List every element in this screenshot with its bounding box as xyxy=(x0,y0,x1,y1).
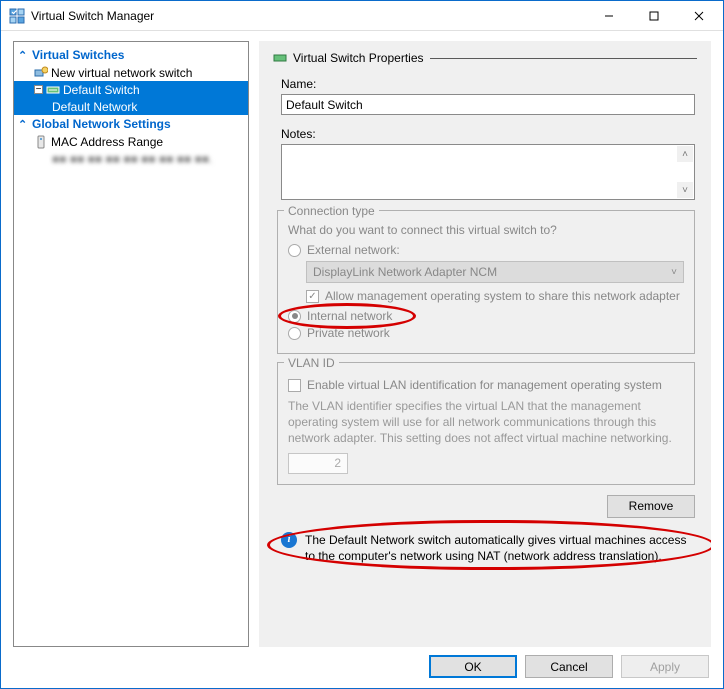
tree-pane: ⌃ Virtual Switches New virtual network s… xyxy=(13,41,249,647)
tree-item-mac-value: ■■ ■■ ■■ ■■ ■■ ■■ ■■ ■■ ■■. xyxy=(14,150,248,167)
scroll-up-icon[interactable]: ˄ xyxy=(677,146,693,162)
radio-external-label: External network: xyxy=(307,243,400,257)
properties-pane: Virtual Switch Properties Name: Notes: ˄… xyxy=(259,41,711,647)
checkbox-vlan-enable xyxy=(288,379,301,392)
switch-icon xyxy=(273,51,287,65)
remove-button[interactable]: Remove xyxy=(607,495,695,518)
radio-private-label: Private network xyxy=(307,326,390,340)
connection-prompt: What do you want to connect this virtual… xyxy=(288,223,684,237)
tree-item-mac-range[interactable]: MAC Address Range xyxy=(14,133,248,150)
cancel-button[interactable]: Cancel xyxy=(525,655,613,678)
new-switch-icon xyxy=(34,66,48,80)
dialog-footer: OK Cancel Apply xyxy=(13,655,711,678)
maximize-button[interactable] xyxy=(631,2,676,30)
vlan-legend: VLAN ID xyxy=(284,356,339,370)
window-frame: Virtual Switch Manager ⌃ Virtual Switche… xyxy=(0,0,724,689)
vlan-id-input: 2 xyxy=(288,453,348,474)
minimize-button[interactable] xyxy=(586,2,631,30)
radio-external xyxy=(288,244,301,257)
collapse-icon: ⌃ xyxy=(18,49,28,62)
radio-private xyxy=(288,327,301,340)
vlan-group: VLAN ID Enable virtual LAN identificatio… xyxy=(277,362,695,485)
titlebar: Virtual Switch Manager xyxy=(1,1,723,31)
connection-type-group: Connection type What do you want to conn… xyxy=(277,210,695,354)
checkbox-vlan-label: Enable virtual LAN identification for ma… xyxy=(307,378,662,392)
ok-button[interactable]: OK xyxy=(429,655,517,678)
name-label: Name: xyxy=(281,77,697,91)
tree-item-default-network[interactable]: Default Network xyxy=(14,98,248,115)
section-virtual-switches[interactable]: ⌃ Virtual Switches xyxy=(14,46,248,64)
notes-label: Notes: xyxy=(281,127,697,141)
radio-internal xyxy=(288,310,301,323)
adapter-name: DisplayLink Network Adapter NCM xyxy=(313,265,497,279)
panel-header: Virtual Switch Properties xyxy=(293,51,424,65)
radio-internal-label: Internal network xyxy=(307,309,392,323)
switch-icon xyxy=(46,83,60,97)
info-message: i The Default Network switch automatical… xyxy=(277,528,695,568)
checkbox-allow-mgmt-label: Allow management operating system to sha… xyxy=(325,289,680,303)
divider xyxy=(430,58,698,59)
connection-legend: Connection type xyxy=(284,204,379,218)
mac-icon xyxy=(34,135,48,149)
tree-item-new-switch[interactable]: New virtual network switch xyxy=(14,64,248,81)
vlan-description: The VLAN identifier specifies the virtua… xyxy=(288,398,684,447)
name-input[interactable] xyxy=(281,94,695,115)
tree-item-default-switch[interactable]: − Default Switch xyxy=(14,81,248,98)
window-title: Virtual Switch Manager xyxy=(31,9,586,23)
info-icon: i xyxy=(281,532,297,548)
expander-minus-icon[interactable]: − xyxy=(34,85,43,94)
external-adapter-combo: DisplayLink Network Adapter NCM ˅ xyxy=(306,261,684,283)
collapse-icon: ⌃ xyxy=(18,118,28,131)
notes-textarea[interactable]: ˄ ˅ xyxy=(281,144,695,200)
checkbox-allow-mgmt: ✓ xyxy=(306,290,319,303)
apply-button[interactable]: Apply xyxy=(621,655,709,678)
scroll-down-icon[interactable]: ˅ xyxy=(677,182,693,198)
info-text: The Default Network switch automatically… xyxy=(305,532,691,564)
close-button[interactable] xyxy=(676,2,721,30)
section-global-settings[interactable]: ⌃ Global Network Settings xyxy=(14,115,248,133)
chevron-down-icon: ˅ xyxy=(671,267,677,278)
app-icon xyxy=(9,8,25,24)
